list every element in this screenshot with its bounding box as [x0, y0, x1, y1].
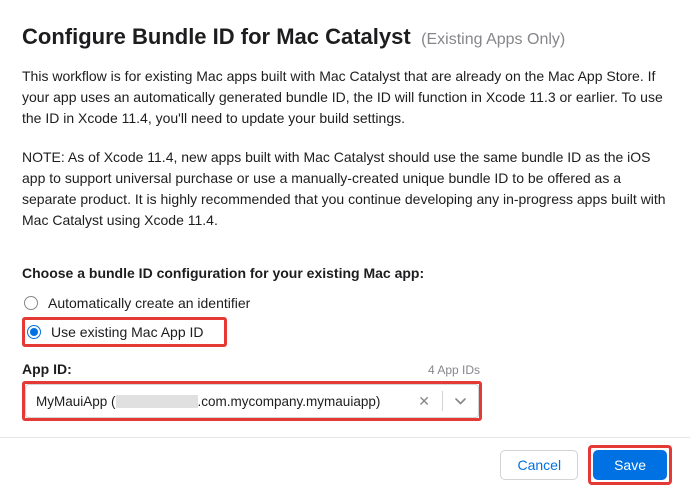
- footer-divider: [0, 437, 690, 438]
- app-id-count: 4 App IDs: [428, 363, 480, 377]
- cancel-button[interactable]: Cancel: [500, 450, 578, 480]
- page-subtitle: (Existing Apps Only): [421, 31, 565, 48]
- radio-icon-checked: [27, 325, 41, 339]
- app-id-value: MyMauiApp ( .com.mycompany.mymauiapp): [36, 394, 416, 409]
- choose-label: Choose a bundle ID configuration for you…: [22, 265, 668, 281]
- save-button-highlight: Save: [588, 445, 672, 485]
- page-title: Configure Bundle ID for Mac Catalyst: [22, 24, 411, 49]
- app-id-value-prefix: MyMauiApp (: [36, 394, 116, 409]
- radio-option-existing[interactable]: Use existing Mac App ID: [22, 317, 227, 347]
- intro-paragraph-1: This workflow is for existing Mac apps b…: [22, 66, 668, 129]
- app-id-label: App ID:: [22, 361, 72, 377]
- app-id-select[interactable]: MyMauiApp ( .com.mycompany.mymauiapp) ✕: [25, 384, 479, 418]
- radio-icon: [24, 296, 38, 310]
- app-id-value-suffix: .com.mycompany.mymauiapp): [198, 394, 381, 409]
- clear-icon[interactable]: ✕: [416, 393, 432, 410]
- select-divider: [442, 391, 443, 411]
- radio-option-auto[interactable]: Automatically create an identifier: [22, 291, 668, 315]
- save-button[interactable]: Save: [593, 450, 667, 480]
- intro-paragraph-2: NOTE: As of Xcode 11.4, new apps built w…: [22, 147, 668, 231]
- app-id-select-highlight: MyMauiApp ( .com.mycompany.mymauiapp) ✕: [22, 381, 482, 421]
- radio-label-auto: Automatically create an identifier: [48, 295, 250, 311]
- redacted-segment: [116, 395, 198, 408]
- chevron-down-icon[interactable]: [453, 398, 472, 405]
- radio-label-existing: Use existing Mac App ID: [51, 324, 204, 340]
